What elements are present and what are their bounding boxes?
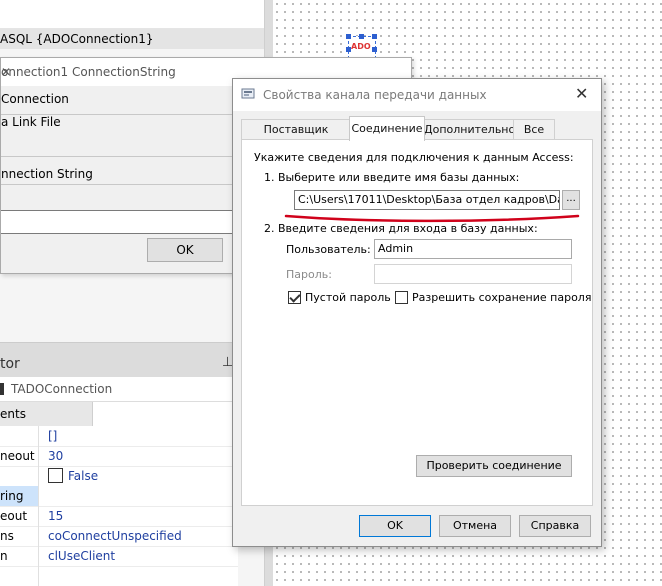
use-connection-option[interactable]: Connection <box>1 92 69 106</box>
property-row[interactable]: ns coConnectUnspecified <box>0 526 238 547</box>
connection-string-input[interactable] <box>1 210 234 234</box>
allow-save-password-checkbox[interactable] <box>395 291 408 304</box>
object-inspector-title: tor <box>0 356 20 372</box>
intro-text: Укажите сведения для подключения к данны… <box>254 151 574 164</box>
inspector-tabs: ents <box>0 402 238 426</box>
data-link-icon <box>241 88 255 99</box>
property-name: ring <box>0 489 24 503</box>
use-connection-string-option[interactable]: nnection String <box>1 167 93 181</box>
tab-events-label: ents <box>0 407 26 421</box>
component-type-label: TADOConnection <box>11 382 113 396</box>
database-name-input[interactable]: C:\Users\17011\Desktop\База отдел кадров… <box>294 190 560 210</box>
connection-tab-panel: Укажите сведения для подключения к данны… <box>241 139 593 506</box>
tab-events[interactable]: ents <box>0 402 93 426</box>
test-connection-button[interactable]: Проверить соединение <box>416 455 572 477</box>
object-inspector-header: tor ⊥ <box>0 342 238 377</box>
divider <box>1 184 239 185</box>
component-list-item[interactable]: ASQL {ADOConnection1} <box>0 29 264 49</box>
password-label: Пароль: <box>286 268 332 281</box>
column-divider[interactable] <box>38 426 39 586</box>
tab-advanced[interactable]: Дополнительно <box>423 119 515 140</box>
selection-handle[interactable] <box>346 34 351 39</box>
step2-label: 2. Введите сведения для входа в базу дан… <box>264 222 538 235</box>
user-name-input[interactable]: Admin <box>374 239 572 259</box>
allow-save-password-label: Разрешить сохранение пароля <box>412 291 592 304</box>
property-name: neout <box>0 449 35 463</box>
property-row[interactable]: n clUseClient <box>0 546 238 567</box>
property-value[interactable]: 30 <box>48 449 63 463</box>
property-row-selected[interactable]: ring <box>0 486 238 507</box>
cancel-button[interactable]: Отмена <box>439 515 511 537</box>
property-value-editor[interactable] <box>39 486 238 506</box>
selection-handle[interactable] <box>359 34 364 39</box>
tab-connection[interactable]: Соединение <box>349 116 425 141</box>
tab-all[interactable]: Все <box>513 119 555 140</box>
property-name: eout <box>0 509 28 523</box>
selection-handle[interactable] <box>372 34 377 39</box>
ide-toolbar-strip <box>0 0 264 29</box>
selection-handle[interactable] <box>346 47 351 52</box>
property-value[interactable]: coConnectUnspecified <box>48 529 182 543</box>
dialog-titlebar: Свойства канала передачи данных ✕ <box>233 79 601 111</box>
data-link-properties-dialog: Свойства канала передачи данных ✕ Постав… <box>232 78 602 547</box>
property-value: False <box>68 469 99 483</box>
ok-button[interactable]: OK <box>359 515 431 537</box>
property-name: ns <box>0 529 14 543</box>
property-checkbox[interactable] <box>48 468 63 483</box>
property-row[interactable]: [] <box>0 426 238 447</box>
property-value[interactable]: [] <box>48 429 57 443</box>
dialog-title: Свойства канала передачи данных <box>263 88 487 102</box>
ok-button[interactable]: OK <box>147 238 223 262</box>
blank-password-checkbox[interactable] <box>288 291 301 304</box>
tab-provider[interactable]: Поставщик данных <box>241 119 351 156</box>
property-grid: [] neout 30 False ring eout 15 ns coConn… <box>0 426 238 586</box>
close-icon[interactable]: ✕ <box>575 84 588 103</box>
connection-string-title: onnection1 ConnectionString <box>1 65 176 79</box>
password-input[interactable] <box>374 264 572 284</box>
divider <box>1 156 239 157</box>
property-name: n <box>0 549 8 563</box>
connection-source-group: Connection a Link File nnection String <box>1 86 240 251</box>
close-icon[interactable]: ✕ <box>1 65 11 79</box>
browse-button[interactable]: ... <box>562 190 580 210</box>
user-label: Пользователь: <box>286 243 371 256</box>
selection-handle[interactable] <box>372 47 377 52</box>
property-row[interactable]: neout 30 <box>0 446 238 467</box>
step1-label: 1. Выберите или введите имя базы данных: <box>264 171 520 184</box>
help-button[interactable]: Справка <box>519 515 591 537</box>
ado-badge: ADO <box>351 42 371 51</box>
property-row[interactable]: eout 15 <box>0 506 238 527</box>
property-value[interactable]: 15 <box>48 509 63 523</box>
component-list-label: ASQL {ADOConnection1} <box>0 32 154 46</box>
component-selector[interactable]: TADOConnection <box>0 377 238 402</box>
use-data-link-file-option[interactable]: a Link File <box>1 115 61 129</box>
component-type-icon <box>0 383 4 395</box>
property-value[interactable]: clUseClient <box>48 549 115 563</box>
blank-password-label: Пустой пароль <box>305 291 391 304</box>
property-row[interactable]: False <box>0 466 238 487</box>
